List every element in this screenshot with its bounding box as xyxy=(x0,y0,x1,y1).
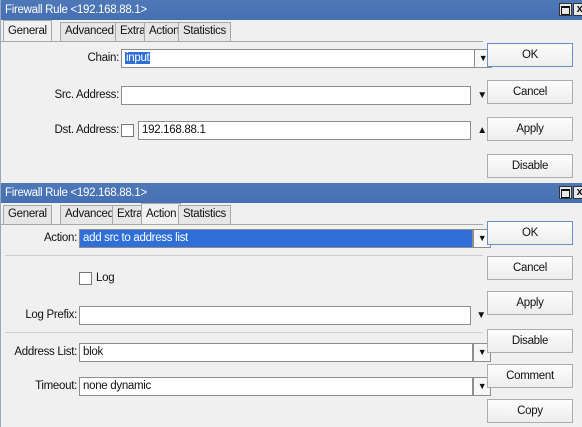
section-divider xyxy=(5,332,483,333)
dst-address-input[interactable]: 192.168.88.1 xyxy=(138,121,471,140)
cancel-button[interactable]: Cancel xyxy=(487,256,573,280)
log-label: Log xyxy=(96,272,115,284)
apply-button[interactable]: Apply xyxy=(487,117,573,141)
chain-value: input xyxy=(125,52,151,64)
tab-advanced[interactable]: Advanced xyxy=(60,22,119,41)
dst-address-negate-checkbox[interactable] xyxy=(121,124,134,137)
window-titlebar[interactable]: Firewall Rule <192.168.88.1> x xyxy=(1,183,582,203)
ok-button[interactable]: OK xyxy=(487,43,573,67)
tab-action[interactable]: Action xyxy=(141,203,182,225)
apply-button[interactable]: Apply xyxy=(487,291,573,315)
tab-bar: General Advanced Extra Action Statistics xyxy=(1,20,483,42)
window-titlebar[interactable]: Firewall Rule <192.168.88.1> x xyxy=(1,0,582,20)
address-list-label: Address List: xyxy=(14,346,77,358)
firewall-rule-window-action: Firewall Rule <192.168.88.1> x General A… xyxy=(0,183,582,427)
src-address-label: Src. Address: xyxy=(54,89,120,101)
log-prefix-input[interactable] xyxy=(79,306,471,325)
log-prefix-label: Log Prefix: xyxy=(25,309,77,321)
copy-button[interactable]: Copy xyxy=(487,399,573,423)
action-label: Action: xyxy=(43,232,77,244)
src-address-input[interactable] xyxy=(121,86,471,105)
comment-button[interactable]: Comment xyxy=(487,364,573,388)
window-title: Firewall Rule <192.168.88.1> xyxy=(5,187,147,199)
timeout-label: Timeout: xyxy=(35,380,77,392)
window-title: Firewall Rule <192.168.88.1> xyxy=(5,4,147,16)
maximize-icon[interactable] xyxy=(559,3,572,16)
cancel-button[interactable]: Cancel xyxy=(487,80,573,104)
tab-divider xyxy=(1,41,483,42)
firewall-rule-window-general: Firewall Rule <192.168.88.1> x General A… xyxy=(0,0,582,183)
chain-select[interactable]: input xyxy=(121,49,475,68)
close-icon[interactable]: x xyxy=(573,3,582,16)
tab-general[interactable]: General xyxy=(3,20,52,42)
tab-general[interactable]: General xyxy=(3,205,52,224)
maximize-icon[interactable] xyxy=(559,186,572,199)
disable-button[interactable]: Disable xyxy=(487,154,573,178)
chain-label: Chain: xyxy=(87,52,120,64)
dst-address-label: Dst. Address: xyxy=(54,124,120,136)
disable-button[interactable]: Disable xyxy=(487,329,573,353)
timeout-input[interactable]: none dynamic xyxy=(79,377,473,396)
section-divider xyxy=(5,255,483,256)
address-list-input[interactable]: blok xyxy=(79,343,473,362)
action-select[interactable]: add src to address list xyxy=(79,229,473,248)
log-checkbox[interactable] xyxy=(79,272,92,285)
tab-advanced[interactable]: Advanced xyxy=(60,205,119,224)
ok-button[interactable]: OK xyxy=(487,221,573,245)
tab-divider xyxy=(1,224,483,225)
tab-statistics[interactable]: Statistics xyxy=(178,22,232,41)
tab-statistics[interactable]: Statistics xyxy=(178,205,232,224)
tab-bar: General Advanced Extra Action Statistics xyxy=(1,203,483,225)
close-icon[interactable]: x xyxy=(573,186,582,199)
